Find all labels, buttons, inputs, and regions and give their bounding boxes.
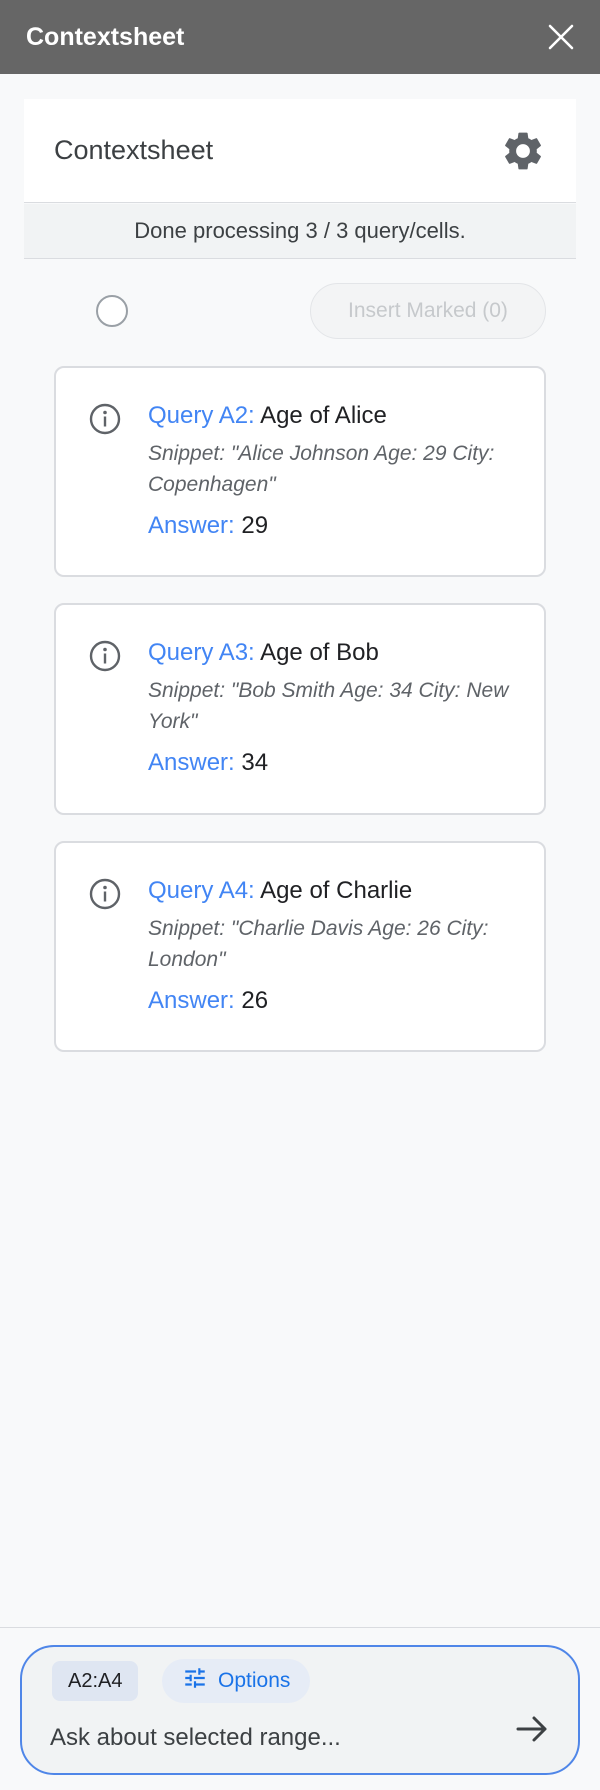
result-card: Query A3: Age of Bob Snippet: "Bob Smith… xyxy=(54,603,546,815)
answer-line: Answer: 26 xyxy=(148,985,518,1017)
tune-icon xyxy=(182,1665,208,1697)
close-icon[interactable] xyxy=(546,22,576,52)
range-chip[interactable]: A2:A4 xyxy=(52,1661,139,1701)
info-icon[interactable] xyxy=(88,877,122,911)
answer-label: Answer: xyxy=(148,987,235,1014)
status-bar: Done processing 3 / 3 query/cells. xyxy=(24,204,576,259)
info-icon[interactable] xyxy=(88,402,122,436)
snippet-text: Snippet: "Alice Johnson Age: 29 City: Co… xyxy=(148,442,495,496)
composer-divider xyxy=(0,1627,600,1628)
query-line: Query A2: Age of Alice xyxy=(148,400,518,432)
options-label: Options xyxy=(218,1669,291,1692)
result-card: Query A4: Age of Charlie Snippet: "Charl… xyxy=(54,841,546,1052)
snippet-text: Snippet: "Charlie Davis Age: 26 City: Lo… xyxy=(148,917,489,971)
query-line: Query A4: Age of Charlie xyxy=(148,875,518,907)
info-icon[interactable] xyxy=(88,639,122,673)
query-text: Age of Charlie xyxy=(260,877,413,904)
answer-label: Answer: xyxy=(148,512,235,539)
select-all-radio[interactable] xyxy=(96,295,128,327)
query-line: Query A3: Age of Bob xyxy=(148,637,518,669)
query-text: Age of Bob xyxy=(260,639,379,666)
answer-value: 34 xyxy=(241,749,269,776)
dialog-title: Contextsheet xyxy=(26,22,185,51)
options-button[interactable]: Options xyxy=(162,1659,311,1703)
ask-input[interactable] xyxy=(50,1717,490,1759)
query-label: Query A4: xyxy=(148,877,255,904)
result-card: Query A2: Age of Alice Snippet: "Alice J… xyxy=(54,366,546,577)
answer-value: 26 xyxy=(241,987,269,1014)
snippet-text: Snippet: "Bob Smith Age: 34 City: New Yo… xyxy=(148,679,509,733)
app-title: Contextsheet xyxy=(54,135,214,165)
dialog-titlebar: Contextsheet xyxy=(0,0,600,74)
answer-label: Answer: xyxy=(148,749,235,776)
answer-line: Answer: 29 xyxy=(148,510,518,542)
query-label: Query A3: xyxy=(148,639,255,666)
send-arrow-icon[interactable] xyxy=(512,1709,552,1749)
insert-marked-button[interactable]: Insert Marked (0) xyxy=(310,283,546,339)
query-text: Age of Alice xyxy=(260,402,387,429)
app-header: Contextsheet xyxy=(24,99,576,203)
status-text: Done processing 3 / 3 query/cells. xyxy=(134,218,466,243)
query-composer: A2:A4 Options xyxy=(20,1645,580,1775)
answer-line: Answer: 34 xyxy=(148,747,518,779)
gear-icon[interactable] xyxy=(500,128,546,174)
answer-value: 29 xyxy=(241,512,269,539)
query-label: Query A2: xyxy=(148,402,255,429)
